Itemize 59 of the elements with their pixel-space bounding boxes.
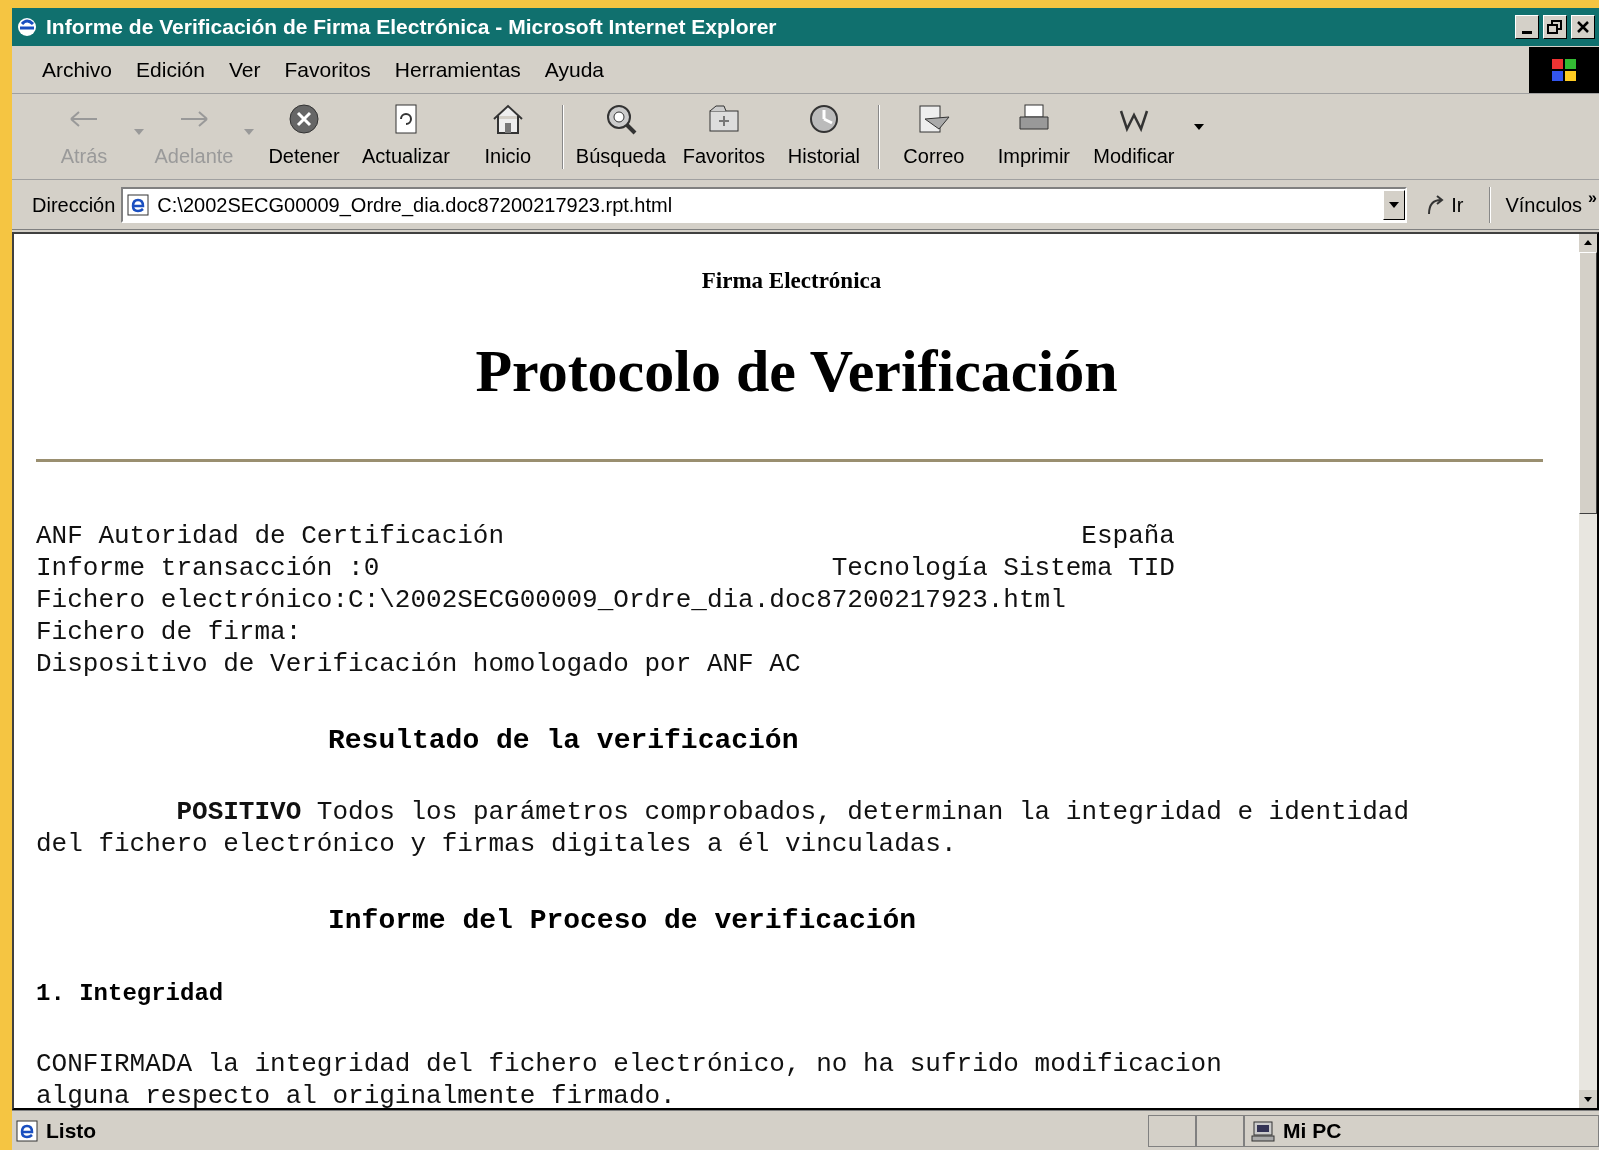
scroll-up-icon bbox=[1579, 234, 1597, 252]
dropdown-caret-icon bbox=[1389, 201, 1400, 208]
ie-logo-icon bbox=[16, 16, 38, 38]
stop-icon bbox=[287, 102, 321, 135]
restore-button[interactable] bbox=[1543, 15, 1567, 39]
menu-item[interactable]: Edición bbox=[126, 53, 215, 86]
scroll-thumb[interactable] bbox=[1579, 252, 1597, 514]
document-title: Protocolo de Verificación bbox=[474, 336, 1119, 406]
status-text: Listo bbox=[46, 1117, 97, 1144]
report-line: Informe transacción :0 bbox=[36, 551, 380, 584]
report-line: Dispositivo de Verificación homologado por ANF AC bbox=[36, 647, 801, 680]
mail-icon bbox=[916, 102, 951, 135]
computer-icon bbox=[1251, 1119, 1275, 1142]
address-field[interactable]: C:\2002SECG00009_Ordre_dia.doc87200217923.rpt.html bbox=[121, 186, 1408, 223]
report-line: Fichero electrónico:C:\2002SECG00009_Ordre_dia.doc87200217923.html bbox=[36, 583, 1066, 616]
address-dropdown-button[interactable] bbox=[1383, 189, 1406, 220]
status-panel bbox=[1148, 1114, 1196, 1147]
toolbar-button[interactable]: Modificar bbox=[1083, 97, 1184, 176]
document-subtitle: Firma Electrónica bbox=[700, 267, 883, 295]
section-heading: Resultado de la verificación bbox=[327, 723, 800, 758]
window-title: Informe de Verificación de Firma Electrónica - Microsoft Internet Explorer bbox=[46, 14, 778, 41]
report-paragraph: CONFIRMADA la integridad del fichero electrónico, no ha sufrido modificacion alguna respecto al originalmente firmado. bbox=[36, 1047, 1223, 1108]
close-button[interactable] bbox=[1571, 15, 1595, 39]
zone-text: Mi PC bbox=[1283, 1117, 1342, 1144]
toolbar-button[interactable]: Historial bbox=[773, 97, 874, 176]
page-icon bbox=[127, 193, 150, 216]
report-line: Tecnología Sistema TID bbox=[831, 551, 1175, 584]
scrollbar[interactable] bbox=[1579, 234, 1597, 1108]
scroll-down-icon bbox=[1579, 1090, 1597, 1108]
menu-item[interactable]: Ayuda bbox=[534, 53, 615, 86]
links-button[interactable]: Vínculos bbox=[1505, 189, 1583, 220]
menu-item[interactable]: Archivo bbox=[32, 53, 123, 86]
section-heading: Informe del Proceso de verificación bbox=[327, 903, 918, 938]
address-label: Dirección bbox=[32, 192, 116, 218]
go-button[interactable]: Ir bbox=[1413, 189, 1476, 220]
minimize-icon bbox=[1522, 31, 1532, 34]
windows-flag-icon bbox=[1550, 56, 1578, 83]
toolbar-button[interactable]: Correo bbox=[883, 97, 984, 176]
toolbar-button[interactable]: Detener bbox=[254, 97, 354, 176]
restore-icon bbox=[1547, 19, 1563, 35]
section-heading: 1. Integridad bbox=[36, 978, 225, 1009]
report-line: Fichero de firma: bbox=[36, 615, 302, 648]
toolbar-button[interactable]: Imprimir bbox=[983, 97, 1084, 176]
more-links-button[interactable]: » bbox=[1588, 185, 1599, 210]
menu-item[interactable]: Ver bbox=[218, 53, 271, 86]
minimize-button[interactable] bbox=[1515, 15, 1539, 39]
toolbar-button[interactable]: Búsqueda bbox=[567, 97, 674, 176]
ie-page-icon bbox=[16, 1119, 38, 1142]
more-caret-icon bbox=[1193, 123, 1204, 130]
toolbar-button[interactable]: Inicio bbox=[457, 97, 558, 176]
close-icon bbox=[1575, 19, 1591, 35]
menu-item[interactable]: Favoritos bbox=[274, 53, 381, 86]
folder-icon bbox=[706, 102, 741, 135]
toolbar-button[interactable]: Actualizar bbox=[354, 97, 458, 176]
report-line: ANF Autoridad de Certificación bbox=[36, 519, 505, 552]
toolbar-button[interactable]: Favoritos bbox=[673, 97, 774, 176]
report-paragraph: POSITIVO Todos los parámetros comprobados, determinan la integridad e identidad del fichero electrónico y firmas digitales a él vinculadas. bbox=[36, 795, 1411, 860]
report-line: España bbox=[1081, 519, 1175, 552]
menu-item[interactable]: Herramientas bbox=[384, 53, 531, 86]
